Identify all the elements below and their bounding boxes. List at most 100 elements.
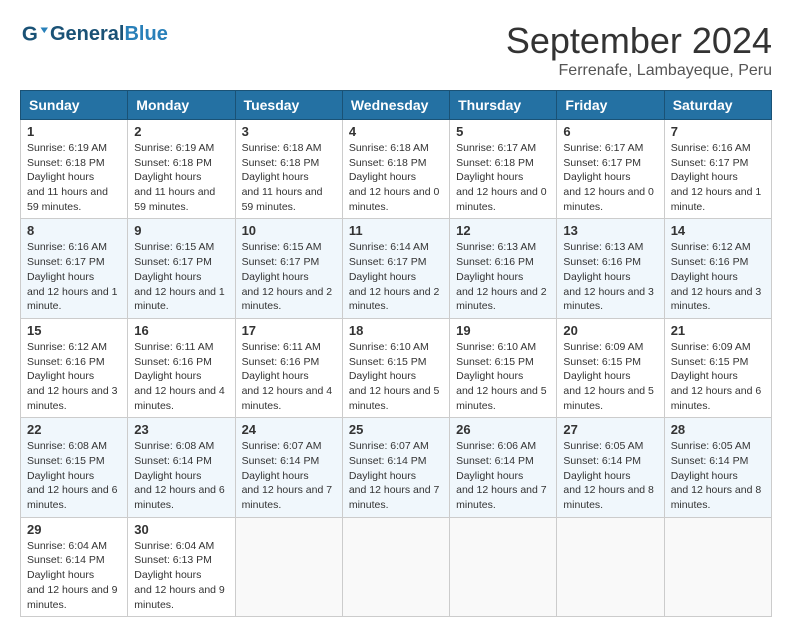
day-info: Sunrise: 6:17 AMSunset: 6:17 PMDaylight … [563, 142, 654, 213]
day-number: 7 [671, 124, 765, 139]
calendar-week-row: 29 Sunrise: 6:04 AMSunset: 6:14 PMDaylig… [21, 517, 772, 616]
location-subtitle: Ferrenafe, Lambayeque, Peru [506, 62, 772, 80]
day-number: 19 [456, 323, 550, 338]
calendar-week-row: 1 Sunrise: 6:19 AMSunset: 6:18 PMDayligh… [21, 120, 772, 219]
logo-icon: G [20, 20, 48, 48]
day-info: Sunrise: 6:11 AMSunset: 6:16 PMDaylight … [134, 341, 225, 412]
weekday-header: Monday [128, 91, 235, 120]
day-number: 1 [27, 124, 121, 139]
calendar-header-row: SundayMondayTuesdayWednesdayThursdayFrid… [21, 91, 772, 120]
calendar-day-cell: 25 Sunrise: 6:07 AMSunset: 6:14 PMDaylig… [342, 418, 449, 517]
calendar-table: SundayMondayTuesdayWednesdayThursdayFrid… [20, 90, 772, 617]
day-number: 9 [134, 223, 228, 238]
day-number: 13 [563, 223, 657, 238]
weekday-header: Wednesday [342, 91, 449, 120]
calendar-day-cell: 24 Sunrise: 6:07 AMSunset: 6:14 PMDaylig… [235, 418, 342, 517]
day-number: 29 [27, 522, 121, 537]
day-info: Sunrise: 6:16 AMSunset: 6:17 PMDaylight … [671, 142, 762, 213]
day-number: 12 [456, 223, 550, 238]
day-info: Sunrise: 6:10 AMSunset: 6:15 PMDaylight … [349, 341, 440, 412]
day-number: 24 [242, 422, 336, 437]
day-number: 26 [456, 422, 550, 437]
day-number: 23 [134, 422, 228, 437]
empty-cell [664, 517, 771, 616]
day-number: 25 [349, 422, 443, 437]
svg-text:G: G [22, 23, 38, 46]
day-number: 30 [134, 522, 228, 537]
day-info: Sunrise: 6:09 AMSunset: 6:15 PMDaylight … [671, 341, 762, 412]
day-number: 2 [134, 124, 228, 139]
day-info: Sunrise: 6:15 AMSunset: 6:17 PMDaylight … [242, 241, 333, 312]
logo-general-text: General [50, 23, 124, 46]
day-info: Sunrise: 6:06 AMSunset: 6:14 PMDaylight … [456, 440, 547, 511]
day-info: Sunrise: 6:12 AMSunset: 6:16 PMDaylight … [27, 341, 118, 412]
day-info: Sunrise: 6:04 AMSunset: 6:13 PMDaylight … [134, 540, 225, 611]
calendar-day-cell: 29 Sunrise: 6:04 AMSunset: 6:14 PMDaylig… [21, 517, 128, 616]
day-info: Sunrise: 6:07 AMSunset: 6:14 PMDaylight … [242, 440, 333, 511]
calendar-day-cell: 28 Sunrise: 6:05 AMSunset: 6:14 PMDaylig… [664, 418, 771, 517]
day-info: Sunrise: 6:19 AMSunset: 6:18 PMDaylight … [27, 142, 108, 213]
day-number: 10 [242, 223, 336, 238]
calendar-week-row: 15 Sunrise: 6:12 AMSunset: 6:16 PMDaylig… [21, 318, 772, 417]
calendar-day-cell: 4 Sunrise: 6:18 AMSunset: 6:18 PMDayligh… [342, 120, 449, 219]
page-header: G General Blue September 2024 Ferrenafe,… [20, 20, 772, 80]
day-number: 6 [563, 124, 657, 139]
empty-cell [235, 517, 342, 616]
calendar-day-cell: 19 Sunrise: 6:10 AMSunset: 6:15 PMDaylig… [450, 318, 557, 417]
calendar-day-cell: 30 Sunrise: 6:04 AMSunset: 6:13 PMDaylig… [128, 517, 235, 616]
calendar-day-cell: 11 Sunrise: 6:14 AMSunset: 6:17 PMDaylig… [342, 219, 449, 318]
day-number: 18 [349, 323, 443, 338]
day-info: Sunrise: 6:16 AMSunset: 6:17 PMDaylight … [27, 241, 118, 312]
day-info: Sunrise: 6:13 AMSunset: 6:16 PMDaylight … [456, 241, 547, 312]
calendar-day-cell: 9 Sunrise: 6:15 AMSunset: 6:17 PMDayligh… [128, 219, 235, 318]
day-info: Sunrise: 6:05 AMSunset: 6:14 PMDaylight … [671, 440, 762, 511]
day-number: 8 [27, 223, 121, 238]
day-info: Sunrise: 6:12 AMSunset: 6:16 PMDaylight … [671, 241, 762, 312]
calendar-day-cell: 6 Sunrise: 6:17 AMSunset: 6:17 PMDayligh… [557, 120, 664, 219]
day-number: 16 [134, 323, 228, 338]
calendar-day-cell: 7 Sunrise: 6:16 AMSunset: 6:17 PMDayligh… [664, 120, 771, 219]
day-number: 3 [242, 124, 336, 139]
calendar-day-cell: 18 Sunrise: 6:10 AMSunset: 6:15 PMDaylig… [342, 318, 449, 417]
calendar-day-cell: 1 Sunrise: 6:19 AMSunset: 6:18 PMDayligh… [21, 120, 128, 219]
calendar-day-cell: 12 Sunrise: 6:13 AMSunset: 6:16 PMDaylig… [450, 219, 557, 318]
day-info: Sunrise: 6:14 AMSunset: 6:17 PMDaylight … [349, 241, 440, 312]
day-info: Sunrise: 6:18 AMSunset: 6:18 PMDaylight … [349, 142, 440, 213]
day-info: Sunrise: 6:15 AMSunset: 6:17 PMDaylight … [134, 241, 225, 312]
calendar-day-cell: 23 Sunrise: 6:08 AMSunset: 6:14 PMDaylig… [128, 418, 235, 517]
day-info: Sunrise: 6:18 AMSunset: 6:18 PMDaylight … [242, 142, 323, 213]
day-number: 14 [671, 223, 765, 238]
month-title: September 2024 [506, 20, 772, 62]
day-info: Sunrise: 6:07 AMSunset: 6:14 PMDaylight … [349, 440, 440, 511]
calendar-day-cell: 8 Sunrise: 6:16 AMSunset: 6:17 PMDayligh… [21, 219, 128, 318]
weekday-header: Friday [557, 91, 664, 120]
day-info: Sunrise: 6:19 AMSunset: 6:18 PMDaylight … [134, 142, 215, 213]
day-number: 27 [563, 422, 657, 437]
day-info: Sunrise: 6:08 AMSunset: 6:14 PMDaylight … [134, 440, 225, 511]
logo-blue-text: Blue [124, 23, 167, 46]
calendar-week-row: 22 Sunrise: 6:08 AMSunset: 6:15 PMDaylig… [21, 418, 772, 517]
day-info: Sunrise: 6:10 AMSunset: 6:15 PMDaylight … [456, 341, 547, 412]
empty-cell [450, 517, 557, 616]
day-number: 4 [349, 124, 443, 139]
title-area: September 2024 Ferrenafe, Lambayeque, Pe… [506, 20, 772, 80]
calendar-day-cell: 3 Sunrise: 6:18 AMSunset: 6:18 PMDayligh… [235, 120, 342, 219]
day-number: 21 [671, 323, 765, 338]
day-number: 20 [563, 323, 657, 338]
day-number: 5 [456, 124, 550, 139]
day-number: 15 [27, 323, 121, 338]
calendar-day-cell: 17 Sunrise: 6:11 AMSunset: 6:16 PMDaylig… [235, 318, 342, 417]
logo: G General Blue [20, 20, 168, 48]
day-info: Sunrise: 6:09 AMSunset: 6:15 PMDaylight … [563, 341, 654, 412]
calendar-day-cell: 13 Sunrise: 6:13 AMSunset: 6:16 PMDaylig… [557, 219, 664, 318]
calendar-day-cell: 27 Sunrise: 6:05 AMSunset: 6:14 PMDaylig… [557, 418, 664, 517]
weekday-header: Sunday [21, 91, 128, 120]
day-number: 22 [27, 422, 121, 437]
day-number: 28 [671, 422, 765, 437]
empty-cell [557, 517, 664, 616]
calendar-day-cell: 20 Sunrise: 6:09 AMSunset: 6:15 PMDaylig… [557, 318, 664, 417]
day-info: Sunrise: 6:04 AMSunset: 6:14 PMDaylight … [27, 540, 118, 611]
day-number: 17 [242, 323, 336, 338]
calendar-day-cell: 26 Sunrise: 6:06 AMSunset: 6:14 PMDaylig… [450, 418, 557, 517]
calendar-day-cell: 14 Sunrise: 6:12 AMSunset: 6:16 PMDaylig… [664, 219, 771, 318]
